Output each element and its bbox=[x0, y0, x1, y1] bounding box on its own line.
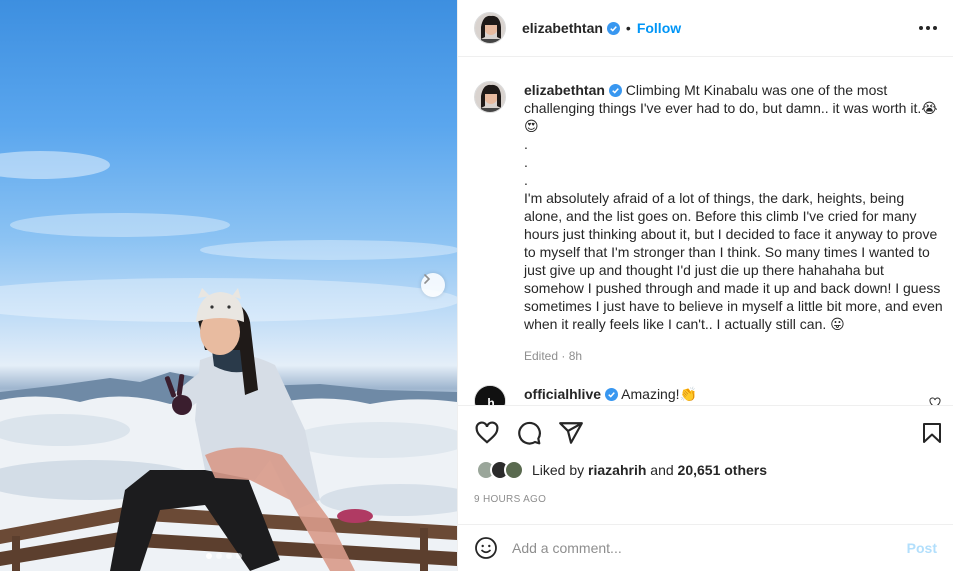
slide-dot bbox=[216, 553, 222, 559]
comments-section[interactable]: elizabethtan Climbing Mt Kinabalu was on… bbox=[458, 57, 953, 406]
slide-dot bbox=[236, 553, 242, 559]
caption-author[interactable]: elizabethtan bbox=[524, 82, 605, 98]
bookmark-icon bbox=[923, 423, 941, 443]
author-username[interactable]: elizabethtan bbox=[522, 20, 603, 36]
post-header: elizabethtan • Follow bbox=[458, 0, 953, 57]
comment-text: officialhlive Amazing!👏 bbox=[524, 385, 944, 403]
caption-line: challenging things I've ever had to do, … bbox=[524, 100, 938, 116]
caption-line: when it really feels like I can't.. I ac… bbox=[524, 316, 845, 332]
share-icon bbox=[559, 422, 583, 444]
likes-connector: and bbox=[650, 462, 674, 478]
emoji-button[interactable] bbox=[474, 536, 498, 560]
caption: elizabethtan Climbing Mt Kinabalu was on… bbox=[474, 81, 944, 365]
caption-text: elizabethtan Climbing Mt Kinabalu was on… bbox=[524, 81, 944, 365]
chevron-right-icon bbox=[424, 274, 431, 284]
summit-photo bbox=[0, 151, 457, 571]
post-comment-button[interactable]: Post bbox=[907, 540, 937, 556]
comment-item: h officialhlive Amazing!👏 bbox=[474, 385, 944, 406]
emoji-icon bbox=[475, 537, 497, 559]
commenter-avatar[interactable]: h bbox=[474, 385, 506, 406]
svg-text:h: h bbox=[487, 396, 494, 406]
post-timestamp[interactable]: 9 HOURS AGO bbox=[474, 494, 546, 505]
caption-line: I'm absolutely afraid of a lot of things… bbox=[524, 190, 905, 206]
slide-dot bbox=[206, 553, 212, 559]
comment-input[interactable] bbox=[512, 540, 907, 556]
like-button[interactable] bbox=[474, 420, 500, 446]
caption-line: hours just thinking about it, but I deci… bbox=[524, 226, 938, 242]
save-button[interactable] bbox=[920, 421, 944, 445]
verified-badge-icon bbox=[605, 388, 619, 401]
post-sidebar: elizabethtan • Follow elizabethtan Climb… bbox=[457, 0, 953, 571]
more-options-icon[interactable] bbox=[919, 26, 937, 30]
caption-line: . bbox=[524, 136, 528, 152]
separator-dot: • bbox=[625, 20, 631, 36]
add-comment-bar: Post bbox=[458, 524, 953, 571]
caption-line: sometimes I just have to believe in myse… bbox=[524, 298, 943, 314]
verified-badge-icon bbox=[606, 21, 620, 35]
caption-line: . bbox=[524, 172, 528, 188]
heart-icon bbox=[475, 421, 499, 444]
comment-body: Amazing!👏 bbox=[621, 386, 697, 402]
comment-icon bbox=[518, 421, 541, 445]
caption-line: 😍 bbox=[524, 118, 539, 134]
slide-dot bbox=[226, 553, 232, 559]
action-bar bbox=[474, 418, 944, 448]
caption-line: . bbox=[524, 154, 528, 170]
caption-meta: Edited · 8h bbox=[524, 349, 583, 363]
follow-button[interactable]: Follow bbox=[637, 20, 681, 36]
verified-badge-icon bbox=[608, 84, 622, 97]
post-media[interactable] bbox=[0, 0, 457, 571]
comment-like-icon[interactable] bbox=[929, 397, 941, 406]
share-button[interactable] bbox=[558, 420, 584, 446]
author-avatar[interactable] bbox=[474, 12, 506, 44]
likes-count[interactable]: 20,651 others bbox=[678, 462, 768, 478]
commenter-username[interactable]: officialhlive bbox=[524, 386, 601, 402]
liker-avatars bbox=[476, 460, 524, 480]
comment-button[interactable] bbox=[516, 420, 542, 446]
likes-summary[interactable]: Liked by riazahrih and 20,651 others bbox=[476, 460, 767, 480]
caption-line: Climbing Mt Kinabalu was one of the most bbox=[625, 82, 888, 98]
likes-prefix: Liked by bbox=[532, 462, 585, 478]
caption-line: somehow I pushed through and made it up … bbox=[524, 280, 941, 296]
avatar bbox=[504, 460, 524, 480]
caption-line: to myself that I'm stronger than I think… bbox=[524, 244, 930, 260]
slide-indicator bbox=[206, 553, 242, 559]
caption-line: alone, and the list goes on. Before this… bbox=[524, 208, 917, 224]
next-slide-button[interactable] bbox=[421, 273, 445, 297]
caption-avatar[interactable] bbox=[474, 81, 506, 113]
liker-username[interactable]: riazahrih bbox=[588, 462, 646, 478]
caption-line: just give up and thought I'd just die up… bbox=[524, 262, 884, 278]
